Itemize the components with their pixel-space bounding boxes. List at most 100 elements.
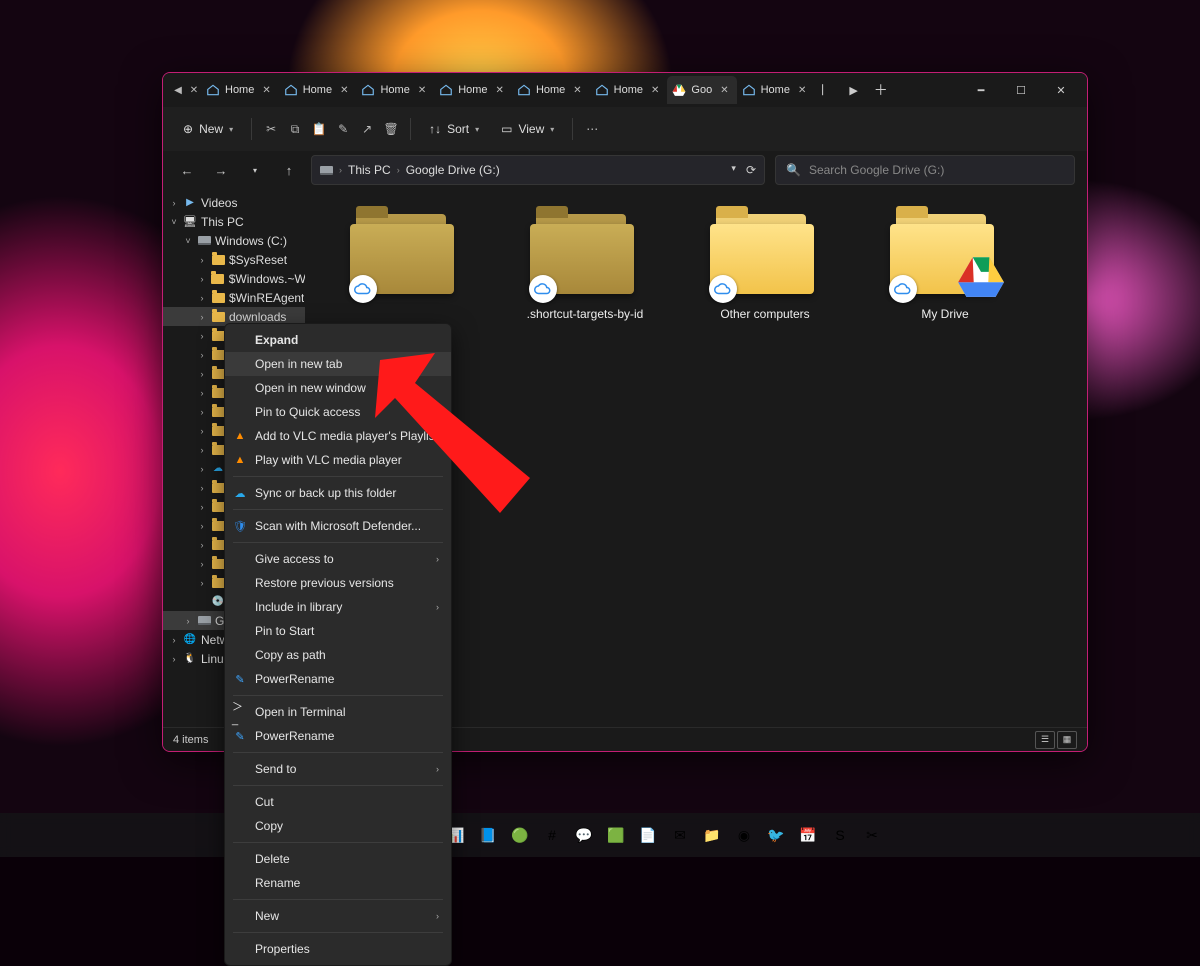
tab-6[interactable]: Goo✕ [667, 76, 736, 104]
tree-twisty[interactable]: ˅ [183, 236, 193, 246]
context-item-open-in-terminal[interactable]: ＞_Open in Terminal [225, 700, 451, 724]
tree-node-This PC[interactable]: ˅🖥This PC [163, 212, 305, 231]
new-tab-button[interactable]: ＋ [870, 78, 892, 102]
recent-button[interactable]: ▾ [243, 158, 267, 182]
rename-icon[interactable]: ✎ [334, 120, 352, 138]
address-dropdown[interactable]: ▾ [731, 163, 736, 177]
context-item-sync-or-back-up-this-folder[interactable]: ☁Sync or back up this folder [225, 481, 451, 505]
more-button[interactable]: ⋯ [583, 120, 601, 138]
tab-history-back[interactable]: ⎸ [818, 82, 837, 99]
context-item-give-access-to[interactable]: Give access to› [225, 547, 451, 571]
tab-close[interactable]: ✕ [493, 85, 507, 96]
view-button[interactable]: ▭ View ▾ [493, 118, 562, 140]
tab-close[interactable]: ✕ [795, 85, 809, 96]
context-item-pin-to-start[interactable]: Pin to Start [225, 619, 451, 643]
tree-node-$SysReset[interactable]: ›$SysReset [163, 250, 305, 269]
tree-twisty[interactable]: › [169, 635, 179, 645]
tree-twisty[interactable]: › [197, 350, 207, 360]
folder-item-2[interactable]: Other computers [695, 209, 835, 321]
tab-3[interactable]: Home✕ [434, 76, 512, 104]
taskbar-calendar-icon[interactable]: 📅 [795, 822, 821, 848]
context-item-copy[interactable]: Copy [225, 814, 451, 838]
forward-button[interactable]: → [209, 158, 233, 182]
delete-icon[interactable]: 🗑 [382, 120, 400, 138]
tree-twisty[interactable]: › [197, 483, 207, 493]
refresh-button[interactable]: ⟳ [746, 163, 756, 177]
tab-history-fwd[interactable]: ▶ [845, 82, 861, 99]
sort-button[interactable]: ↑↓ Sort ▾ [421, 118, 487, 140]
tab-close-all[interactable]: ✕ [187, 85, 201, 96]
tab-0[interactable]: Home✕ [201, 76, 279, 104]
tree-twisty[interactable]: ˅ [169, 217, 179, 227]
maximize-button[interactable]: ☐ [1001, 73, 1041, 107]
context-item-pin-to-quick-access[interactable]: Pin to Quick access [225, 400, 451, 424]
taskbar-messenger-icon[interactable]: 💬 [571, 822, 597, 848]
details-view-button[interactable]: ☰ [1035, 731, 1055, 749]
new-button[interactable]: ⊕ New ▾ [175, 118, 241, 140]
context-item-rename[interactable]: Rename [225, 871, 451, 895]
tab-scroll-left[interactable]: ◀ [169, 85, 187, 96]
tree-twisty[interactable]: › [197, 426, 207, 436]
back-button[interactable]: ← [175, 158, 199, 182]
context-item-delete[interactable]: Delete [225, 847, 451, 871]
paste-icon[interactable]: 📋 [310, 120, 328, 138]
taskbar-explorer-icon[interactable]: 📁 [699, 822, 725, 848]
minimize-button[interactable]: ━ [961, 73, 1001, 107]
copy-icon[interactable]: ⧉ [286, 120, 304, 138]
tree-node-Videos[interactable]: ›▶Videos [163, 193, 305, 212]
taskbar-snip-icon[interactable]: ✂ [859, 822, 885, 848]
cut-icon[interactable]: ✂ [262, 120, 280, 138]
tree-node-$Windows.~W[interactable]: ›$Windows.~W [163, 269, 305, 288]
tree-twisty[interactable]: › [197, 255, 207, 265]
taskbar-slack-icon[interactable]: # [539, 822, 565, 848]
tree-twisty[interactable]: › [197, 331, 207, 341]
context-item-powerrename[interactable]: ✎PowerRename [225, 724, 451, 748]
tree-twisty[interactable]: › [197, 578, 207, 588]
tree-twisty[interactable]: › [197, 369, 207, 379]
context-item-copy-as-path[interactable]: Copy as path [225, 643, 451, 667]
context-item-expand[interactable]: Expand [225, 328, 451, 352]
tree-twisty[interactable]: › [197, 293, 207, 303]
tab-1[interactable]: Home✕ [279, 76, 357, 104]
breadcrumb-root[interactable]: This PC [348, 163, 391, 177]
context-item-send-to[interactable]: Send to› [225, 757, 451, 781]
tree-twisty[interactable]: › [197, 464, 207, 474]
taskbar-publisher-icon[interactable]: 📘 [475, 822, 501, 848]
context-item-cut[interactable]: Cut [225, 790, 451, 814]
context-item-properties[interactable]: Properties [225, 937, 451, 961]
folder-item-3[interactable]: My Drive [875, 209, 1015, 321]
taskbar-spotify-icon[interactable]: 🟢 [507, 822, 533, 848]
up-button[interactable]: ↑ [277, 158, 301, 182]
taskbar-twitter-icon[interactable]: 🐦 [763, 822, 789, 848]
context-item-play-with-vlc-media-player[interactable]: ▲Play with VLC media player [225, 448, 451, 472]
folder-item-1[interactable]: .shortcut-targets-by-id [515, 209, 655, 321]
tree-twisty[interactable]: › [197, 312, 207, 322]
context-item-open-in-new-window[interactable]: Open in new window [225, 376, 451, 400]
taskbar-mail-icon[interactable]: ✉ [667, 822, 693, 848]
tree-twisty[interactable]: › [197, 502, 207, 512]
tree-twisty[interactable]: › [197, 540, 207, 550]
taskbar-whatsapp-icon[interactable]: 🟩 [603, 822, 629, 848]
tab-5[interactable]: Home✕ [590, 76, 668, 104]
tab-4[interactable]: Home✕ [512, 76, 590, 104]
tab-close[interactable]: ✕ [648, 85, 662, 96]
context-item-open-in-new-tab[interactable]: Open in new tab [225, 352, 451, 376]
tab-close[interactable]: ✕ [570, 85, 584, 96]
tree-twisty[interactable]: › [197, 521, 207, 531]
folder-item-0[interactable] [335, 209, 475, 307]
address-bar[interactable]: › This PC › Google Drive (G:) ▾ ⟳ [311, 155, 765, 185]
taskbar-skype-icon[interactable]: S [827, 822, 853, 848]
context-item-add-to-vlc-media-player-s-playlist[interactable]: ▲Add to VLC media player's Playlist [225, 424, 451, 448]
tree-twisty[interactable]: › [197, 445, 207, 455]
context-item-new[interactable]: New› [225, 904, 451, 928]
context-item-restore-previous-versions[interactable]: Restore previous versions [225, 571, 451, 595]
tree-twisty[interactable]: › [197, 407, 207, 417]
taskbar-word-icon[interactable]: 📄 [635, 822, 661, 848]
share-icon[interactable]: ↗ [358, 120, 376, 138]
tab-close[interactable]: ✕ [337, 85, 351, 96]
search-input[interactable]: 🔍 Search Google Drive (G:) [775, 155, 1075, 185]
tab-close[interactable]: ✕ [259, 85, 273, 96]
tree-twisty[interactable]: › [183, 616, 193, 626]
tree-node-$WinREAgent[interactable]: ›$WinREAgent [163, 288, 305, 307]
tree-twisty[interactable]: › [197, 388, 207, 398]
